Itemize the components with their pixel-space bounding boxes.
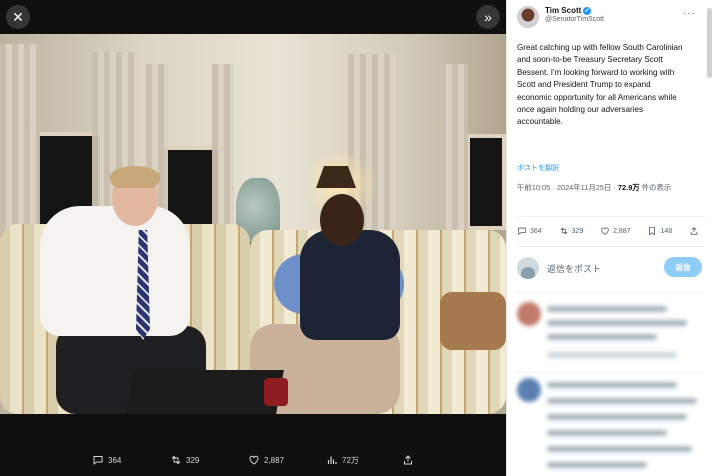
reply-submit-button[interactable]: 返信 bbox=[664, 257, 702, 277]
tweet-photo[interactable] bbox=[0, 34, 506, 414]
bookmark-count: 148 bbox=[660, 227, 673, 235]
tweet-meta: 午前10:05 · 2024年11月25日 · 72.9万 件の表示 bbox=[517, 182, 695, 194]
person-left-hair bbox=[110, 166, 160, 188]
person-right-vest bbox=[300, 230, 400, 340]
tweet-author[interactable]: Tim Scott ✓ @SenatorTimScott bbox=[517, 6, 604, 28]
author-handle[interactable]: @SenatorTimScott bbox=[545, 16, 604, 23]
translate-link[interactable]: ポストを翻訳 bbox=[517, 163, 559, 173]
tweet-detail-panel: Tim Scott ✓ @SenatorTimScott ··· Great c… bbox=[506, 0, 714, 476]
viewer-like-count: 2,887 bbox=[264, 455, 285, 465]
divider bbox=[517, 246, 705, 247]
reply-button[interactable]: 364 bbox=[517, 226, 542, 236]
person-right-head bbox=[320, 194, 364, 246]
blurred-line bbox=[547, 382, 677, 388]
reply-item-blurred[interactable] bbox=[517, 302, 705, 372]
close-icon: ✕ bbox=[12, 9, 24, 25]
divider bbox=[517, 216, 705, 217]
mug bbox=[264, 378, 288, 406]
tweet-view-suffix: 件の表示 bbox=[639, 183, 672, 192]
repost-icon bbox=[171, 455, 181, 465]
viewer-views-button[interactable]: 72万 bbox=[326, 454, 359, 466]
blurred-line bbox=[547, 398, 697, 404]
more-options-icon[interactable]: ··· bbox=[683, 8, 696, 19]
blurred-line bbox=[547, 352, 677, 358]
photo-window-right bbox=[466, 134, 506, 230]
coffee-table bbox=[126, 370, 284, 414]
repost-count: 329 bbox=[571, 227, 584, 235]
collapse-panel-button[interactable]: » bbox=[476, 5, 500, 29]
viewer-like-button[interactable]: 2,887 bbox=[248, 454, 284, 466]
blurred-line bbox=[547, 430, 667, 436]
like-count: 2,887 bbox=[613, 227, 631, 235]
engagement-bar: 364 329 2,887 148 bbox=[517, 226, 699, 236]
reply-icon bbox=[93, 456, 103, 466]
tweet-timestamp[interactable]: 午前10:05 · 2024年11月25日 · bbox=[517, 183, 618, 192]
blurred-line bbox=[547, 306, 667, 312]
viewer-repost-count: 329 bbox=[186, 455, 200, 465]
author-display-name[interactable]: Tim Scott bbox=[545, 6, 581, 15]
viewer-reply-button[interactable]: 364 bbox=[92, 454, 121, 466]
bookmark-button[interactable]: 148 bbox=[647, 226, 672, 236]
heart-icon bbox=[249, 455, 259, 465]
user-avatar-icon bbox=[517, 257, 539, 279]
reply-avatar bbox=[517, 302, 541, 326]
viewer-share-button[interactable] bbox=[402, 454, 414, 466]
blurred-line bbox=[547, 446, 692, 452]
repost-icon bbox=[559, 227, 568, 235]
blurred-line bbox=[547, 334, 657, 340]
bookmark-icon bbox=[649, 226, 656, 236]
like-button[interactable]: 2,887 bbox=[600, 226, 631, 236]
viewer-view-count: 72万 bbox=[342, 455, 359, 465]
views-chart-icon bbox=[327, 456, 337, 464]
app-root: ✕ » 364 329 2,887 72万 Tim Scott ✓ @Senat… bbox=[0, 0, 714, 476]
chevron-double-right-icon: » bbox=[484, 9, 492, 25]
viewer-reply-count: 364 bbox=[108, 455, 122, 465]
divider bbox=[517, 372, 705, 373]
avatar[interactable] bbox=[517, 6, 539, 28]
share-icon bbox=[690, 227, 698, 235]
pillow bbox=[440, 292, 506, 350]
panel-scrollbar[interactable] bbox=[707, 8, 712, 78]
blurred-line bbox=[547, 320, 687, 326]
viewer-topbar: ✕ » bbox=[0, 0, 506, 34]
heart-icon bbox=[601, 227, 609, 235]
photo-curtain bbox=[212, 64, 234, 234]
photo-curtain bbox=[440, 64, 468, 234]
tweet-text: Great catching up with fellow South Caro… bbox=[517, 43, 683, 127]
repost-button[interactable]: 329 bbox=[559, 226, 584, 236]
share-button[interactable] bbox=[689, 226, 699, 236]
author-name[interactable]: Tim Scott ✓ bbox=[545, 6, 604, 15]
viewer-action-bar: 364 329 2,887 72万 bbox=[0, 446, 506, 476]
close-button[interactable]: ✕ bbox=[6, 5, 30, 29]
photo-curtain bbox=[0, 44, 40, 234]
blurred-line bbox=[547, 462, 647, 468]
reply-icon bbox=[518, 227, 526, 236]
reply-avatar bbox=[517, 378, 541, 402]
reply-item-blurred[interactable] bbox=[517, 378, 705, 476]
author-names: Tim Scott ✓ @SenatorTimScott bbox=[545, 6, 604, 23]
media-viewer: ✕ » 364 329 2,887 72万 bbox=[0, 0, 506, 476]
person-left-shirt bbox=[40, 206, 190, 336]
share-icon bbox=[404, 455, 412, 465]
viewer-repost-button[interactable]: 329 bbox=[170, 454, 199, 466]
blurred-line bbox=[547, 414, 687, 420]
verified-badge-icon: ✓ bbox=[583, 6, 592, 15]
reply-count: 364 bbox=[530, 227, 542, 235]
tweet-view-count: 72.9万 bbox=[617, 183, 640, 192]
divider bbox=[517, 292, 705, 293]
